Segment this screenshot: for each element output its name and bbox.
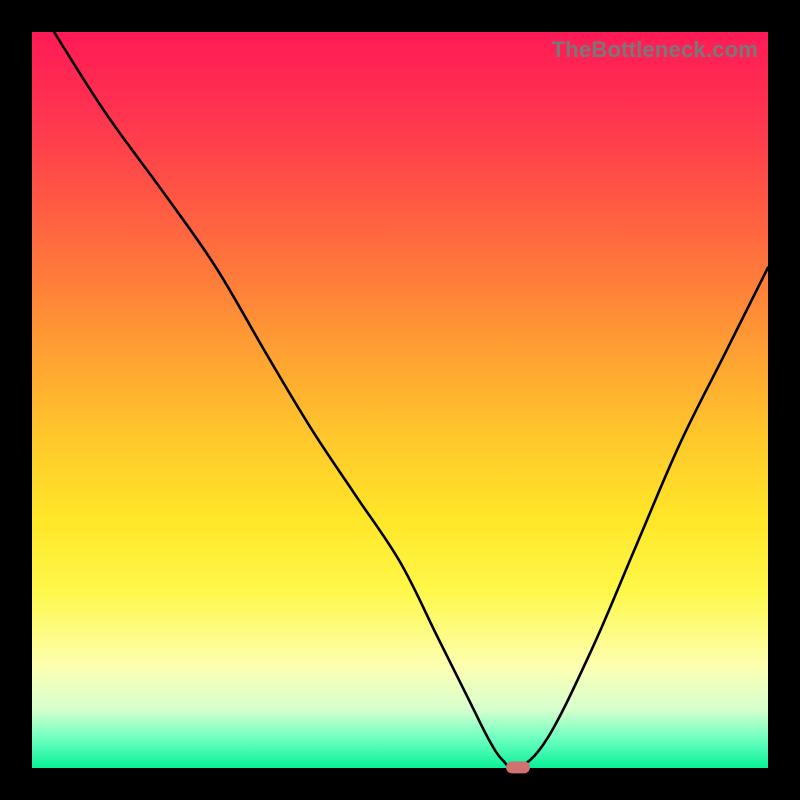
chart-plot-area: TheBottleneck.com: [32, 32, 768, 768]
chart-curve-svg: [32, 32, 768, 768]
bottleneck-curve: [54, 32, 768, 768]
optimal-point-marker: [506, 761, 530, 773]
chart-frame: TheBottleneck.com: [0, 0, 800, 800]
